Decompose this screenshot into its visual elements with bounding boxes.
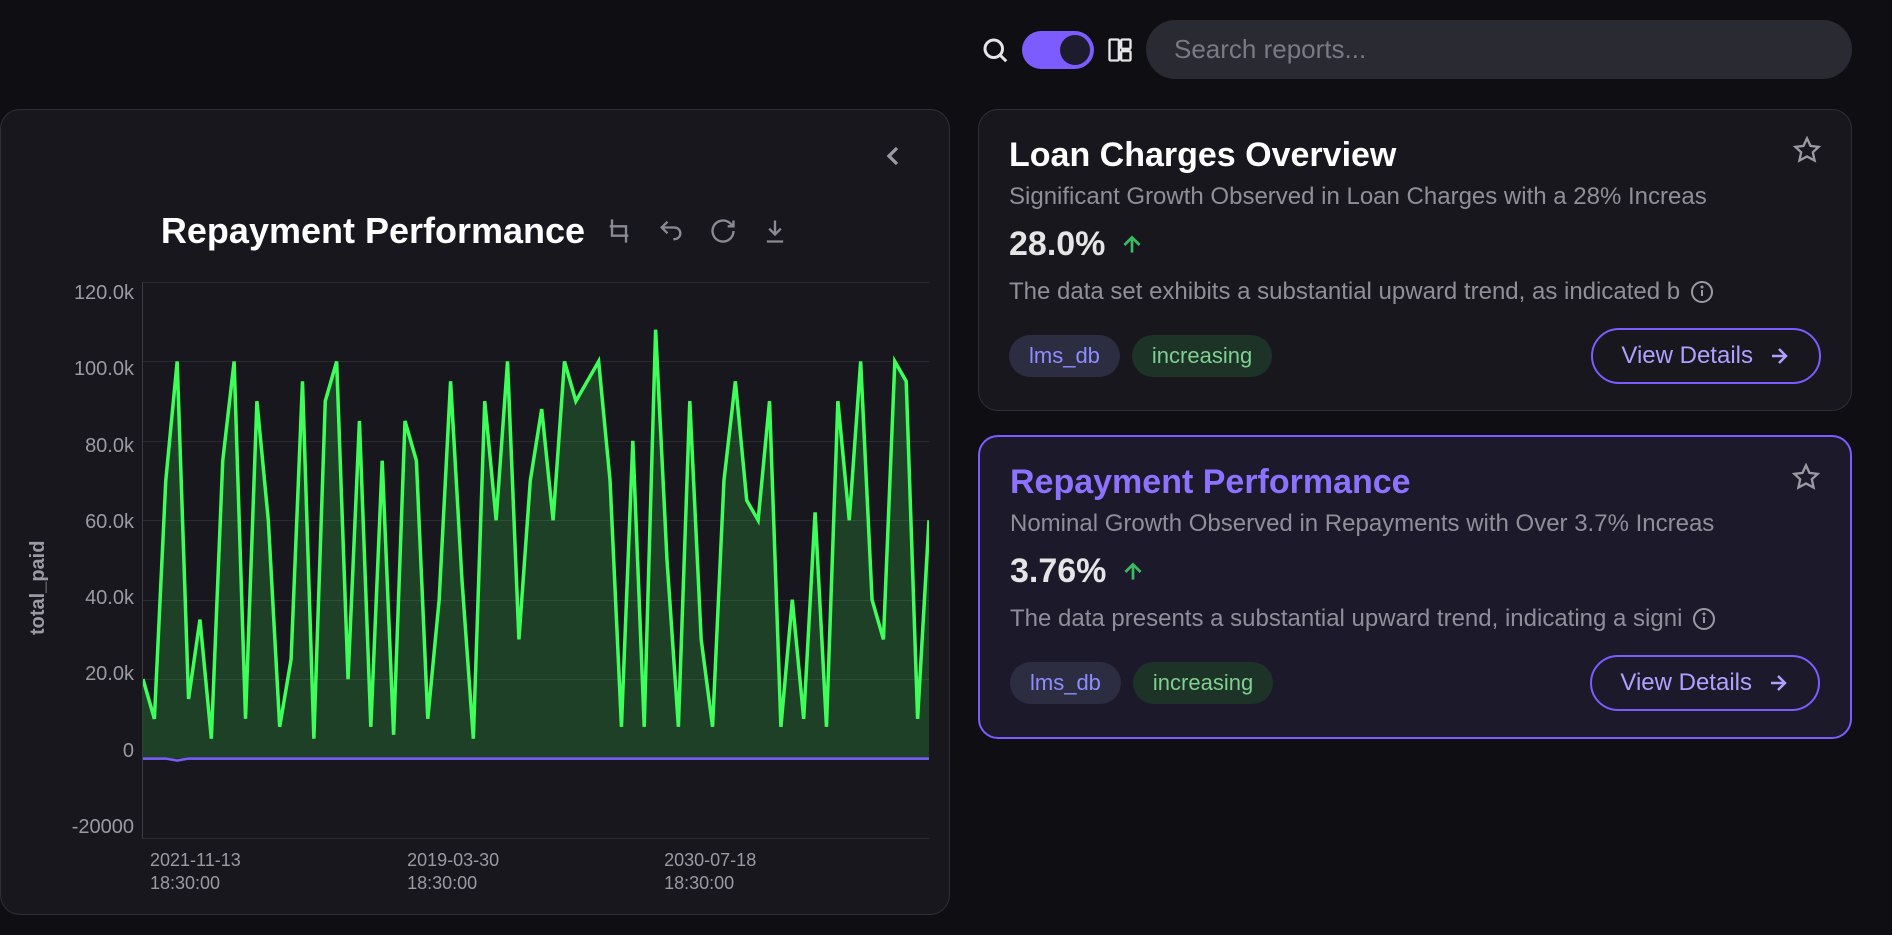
- refresh-icon[interactable]: [709, 217, 737, 245]
- ytick: -20000: [52, 816, 134, 839]
- star-icon[interactable]: [1792, 463, 1820, 491]
- view-details-button[interactable]: View Details: [1591, 328, 1821, 384]
- ytick: 120.0k: [52, 282, 134, 305]
- chart-back-icon[interactable]: [877, 140, 909, 172]
- toggle-knob: [1060, 35, 1090, 65]
- card-subtitle: Significant Growth Observed in Loan Char…: [1009, 183, 1821, 211]
- chart-yaxis: 120.0k 100.0k 80.0k 60.0k 40.0k 20.0k 0 -20000: [52, 282, 142, 839]
- card-title: Repayment Performance: [1010, 463, 1411, 502]
- view-details-button[interactable]: View Details: [1590, 655, 1820, 711]
- report-card[interactable]: Repayment Performance Nominal Growth Obs…: [978, 435, 1852, 739]
- view-toggle[interactable]: [1022, 31, 1094, 69]
- card-description: The data set exhibits a substantial upwa…: [1009, 278, 1680, 306]
- download-icon[interactable]: [761, 217, 789, 245]
- chart-plot[interactable]: [142, 282, 929, 839]
- chart-panel: Repayment Performance total_paid 120.0k1…: [0, 109, 950, 915]
- ytick: 60.0k: [52, 511, 134, 534]
- card-tags: lms_db increasing: [1009, 335, 1272, 377]
- chart-xaxis: 2021-11-13 18:30:002019-03-30 18:30:0020…: [52, 839, 929, 894]
- tag-trend[interactable]: increasing: [1132, 335, 1272, 377]
- view-details-label: View Details: [1620, 669, 1752, 697]
- ytick: 0: [52, 740, 134, 763]
- info-icon[interactable]: [1692, 607, 1716, 631]
- search-input[interactable]: [1146, 20, 1852, 79]
- ytick: 20.0k: [52, 663, 134, 686]
- tag-db[interactable]: lms_db: [1009, 335, 1120, 377]
- crop-icon[interactable]: [605, 217, 633, 245]
- xtick: 2030-07-18 18:30:00: [664, 849, 921, 894]
- tag-trend[interactable]: increasing: [1133, 662, 1273, 704]
- xtick: 2021-11-13 18:30:00: [150, 849, 407, 894]
- report-card[interactable]: Loan Charges Overview Significant Growth…: [978, 109, 1852, 411]
- card-metric: 3.76%: [1010, 552, 1106, 591]
- ytick: 80.0k: [52, 435, 134, 458]
- ytick: 40.0k: [52, 587, 134, 610]
- star-icon[interactable]: [1793, 136, 1821, 164]
- card-subtitle: Nominal Growth Observed in Repayments wi…: [1010, 510, 1820, 538]
- trend-up-icon: [1120, 559, 1146, 585]
- info-icon[interactable]: [1690, 280, 1714, 304]
- search-icon[interactable]: [980, 35, 1010, 65]
- card-tags: lms_db increasing: [1010, 662, 1273, 704]
- arrow-right-icon: [1766, 671, 1790, 695]
- tag-db[interactable]: lms_db: [1010, 662, 1121, 704]
- layout-icon[interactable]: [1106, 36, 1134, 64]
- view-details-label: View Details: [1621, 342, 1753, 370]
- trend-up-icon: [1119, 232, 1145, 258]
- xtick: 2019-03-30 18:30:00: [407, 849, 664, 894]
- reset-zoom-icon[interactable]: [657, 217, 685, 245]
- arrow-right-icon: [1767, 344, 1791, 368]
- chart-toolbar: [605, 217, 789, 245]
- ytick: 100.0k: [52, 358, 134, 381]
- card-title: Loan Charges Overview: [1009, 136, 1396, 175]
- chart-title: Repayment Performance: [161, 210, 585, 252]
- card-metric: 28.0%: [1009, 225, 1105, 264]
- chart-ylabel: total_paid: [21, 282, 52, 894]
- card-description: The data presents a substantial upward t…: [1010, 605, 1682, 633]
- report-card-list: Loan Charges Overview Significant Growth…: [978, 109, 1852, 915]
